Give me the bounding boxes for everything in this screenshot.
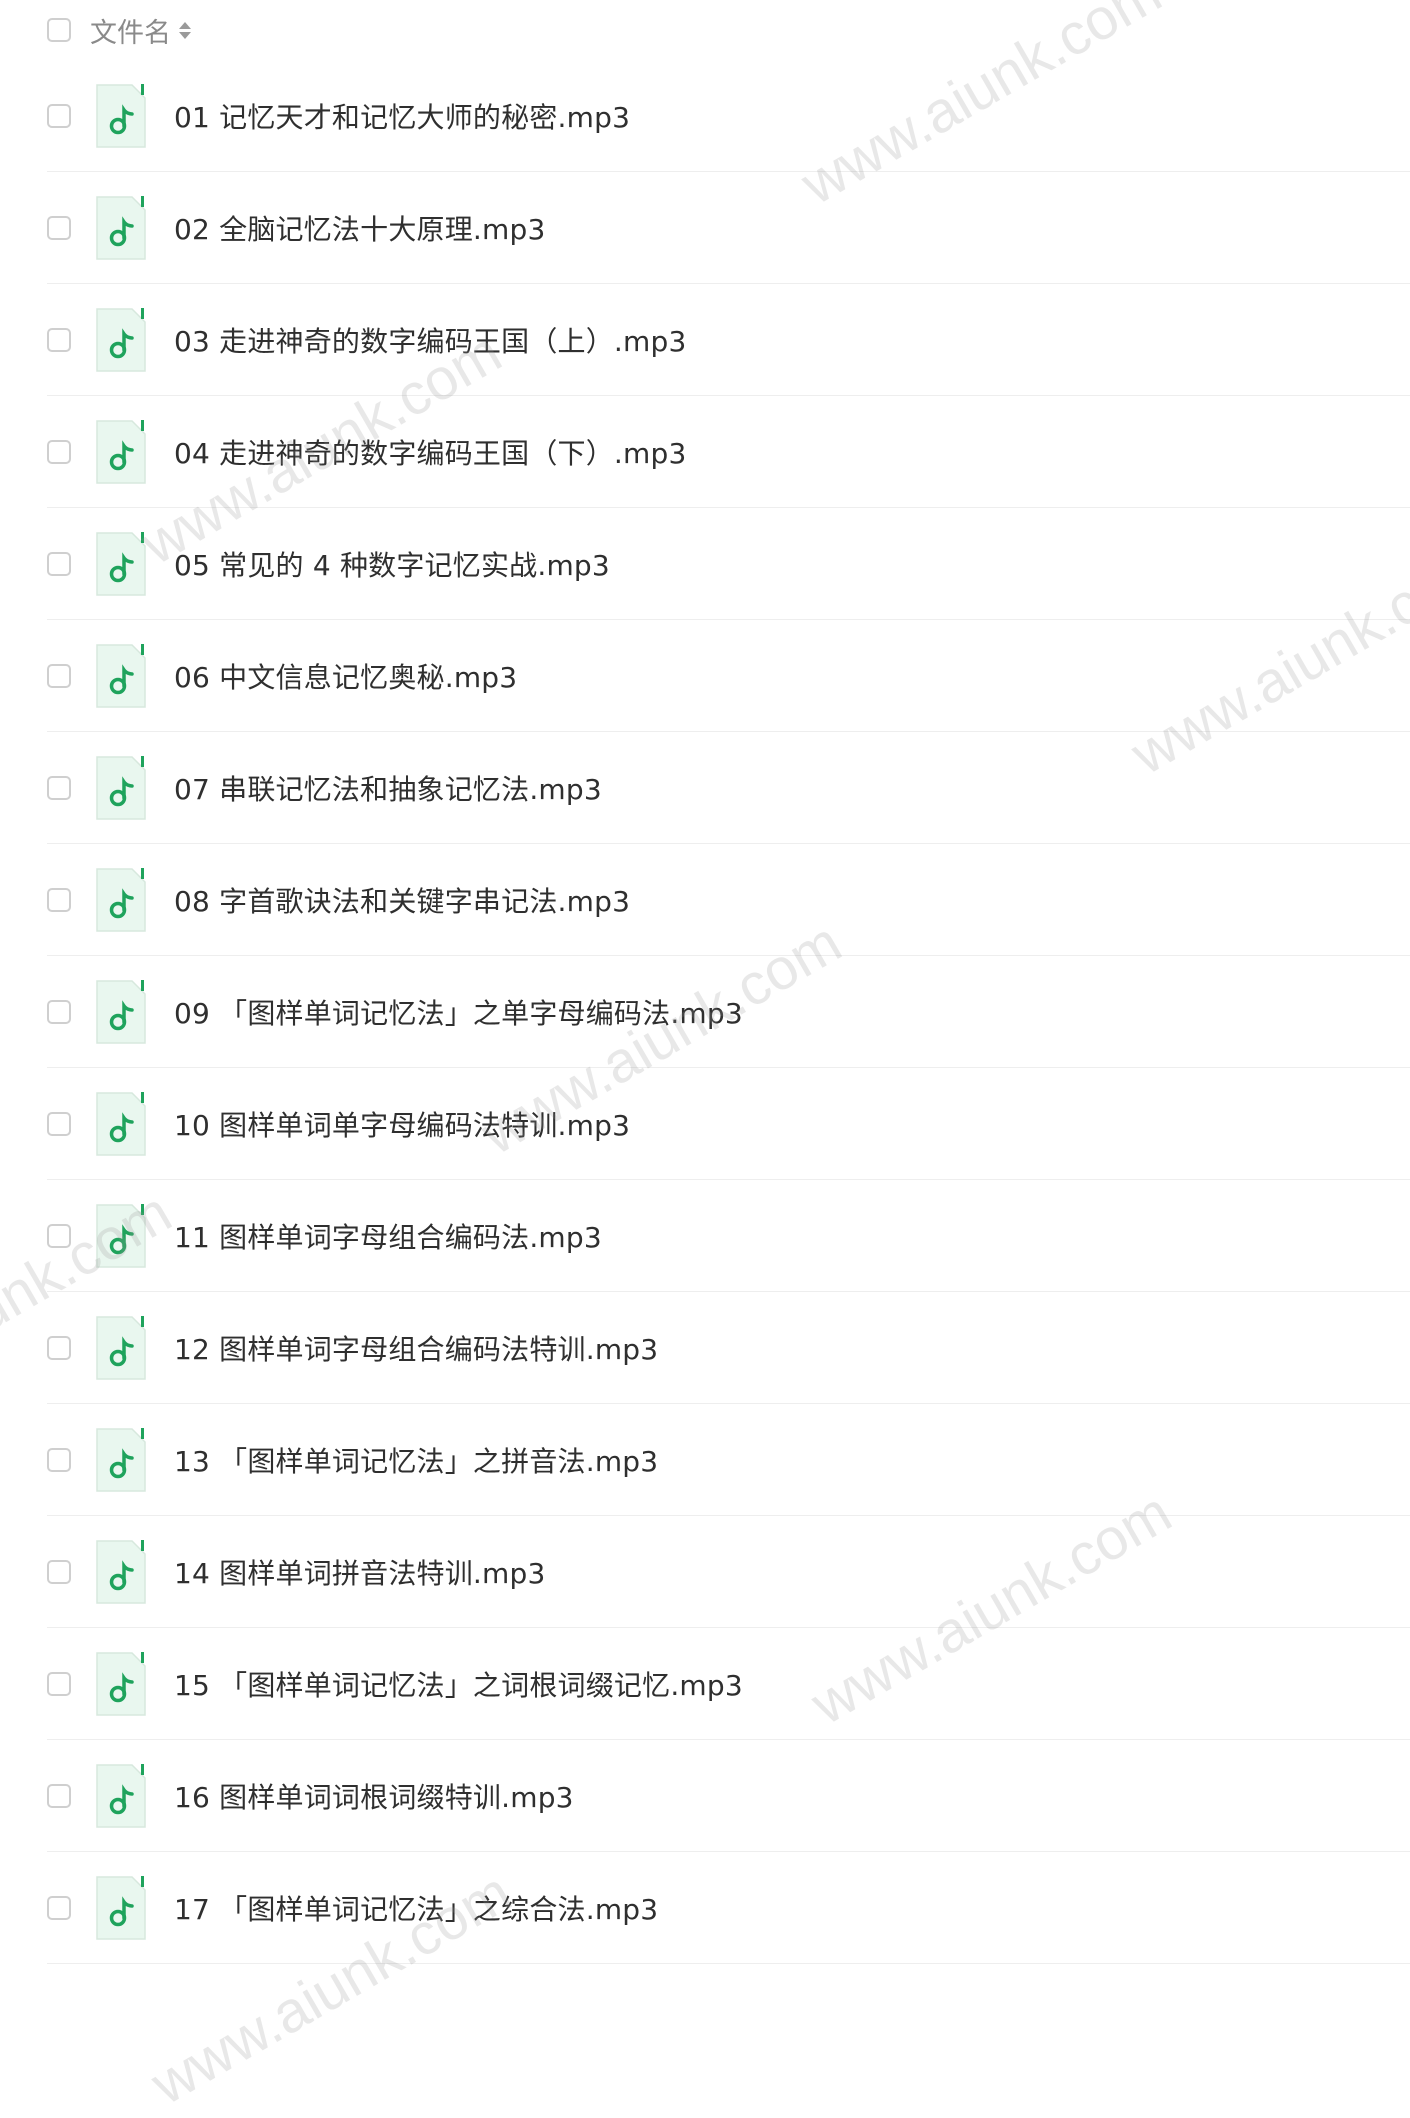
file-name[interactable]: 12 图样单词字母组合编码法特训.mp3: [174, 1328, 658, 1368]
column-header-filename[interactable]: 文件名: [90, 11, 171, 50]
file-list: 文件名 01 记忆天才和记忆大师的秘密.mp3 02 全脑记忆法十大原理.mp3 0…: [47, 0, 1410, 1964]
music-file-icon: [96, 83, 146, 148]
file-name[interactable]: 11 图样单词字母组合编码法.mp3: [174, 1216, 602, 1256]
music-file-icon: [96, 1091, 146, 1156]
row-checkbox[interactable]: [47, 327, 71, 352]
file-rows: 01 记忆天才和记忆大师的秘密.mp3 02 全脑记忆法十大原理.mp3 03 走进…: [47, 60, 1410, 1964]
file-row[interactable]: 15 「图样单词记忆法」之词根词缀记忆.mp3: [47, 1628, 1410, 1740]
music-file-icon: [96, 867, 146, 932]
file-name[interactable]: 03 走进神奇的数字编码王国（上）.mp3: [174, 320, 687, 360]
music-file-icon: [96, 643, 146, 708]
row-checkbox[interactable]: [47, 775, 71, 800]
file-name[interactable]: 05 常见的 4 种数字记忆实战.mp3: [174, 544, 610, 584]
row-checkbox[interactable]: [47, 1223, 71, 1248]
file-name[interactable]: 14 图样单词拼音法特训.mp3: [174, 1552, 546, 1592]
list-header: 文件名: [47, 0, 1410, 60]
file-row[interactable]: 05 常见的 4 种数字记忆实战.mp3: [47, 508, 1410, 620]
file-row[interactable]: 12 图样单词字母组合编码法特训.mp3: [47, 1292, 1410, 1404]
row-checkbox[interactable]: [47, 1335, 71, 1360]
music-file-icon: [96, 1203, 146, 1268]
music-file-icon: [96, 531, 146, 596]
row-checkbox[interactable]: [47, 1111, 71, 1136]
row-checkbox[interactable]: [47, 887, 71, 912]
music-file-icon: [96, 419, 146, 484]
file-row[interactable]: 17 「图样单词记忆法」之综合法.mp3: [47, 1852, 1410, 1964]
file-name[interactable]: 10 图样单词单字母编码法特训.mp3: [174, 1104, 630, 1144]
row-checkbox[interactable]: [47, 439, 71, 464]
sort-icon[interactable]: [179, 18, 191, 42]
file-row[interactable]: 08 字首歌诀法和关键字串记法.mp3: [47, 844, 1410, 956]
music-file-icon: [96, 1539, 146, 1604]
file-name[interactable]: 02 全脑记忆法十大原理.mp3: [174, 208, 546, 248]
row-checkbox[interactable]: [47, 103, 71, 128]
music-file-icon: [96, 1875, 146, 1940]
music-file-icon: [96, 979, 146, 1044]
file-row[interactable]: 02 全脑记忆法十大原理.mp3: [47, 172, 1410, 284]
file-row[interactable]: 10 图样单词单字母编码法特训.mp3: [47, 1068, 1410, 1180]
file-row[interactable]: 16 图样单词词根词缀特训.mp3: [47, 1740, 1410, 1852]
music-file-icon: [96, 1651, 146, 1716]
file-name[interactable]: 04 走进神奇的数字编码王国（下）.mp3: [174, 432, 687, 472]
file-row[interactable]: 11 图样单词字母组合编码法.mp3: [47, 1180, 1410, 1292]
file-name[interactable]: 06 中文信息记忆奥秘.mp3: [174, 656, 517, 696]
row-checkbox[interactable]: [47, 215, 71, 240]
file-name[interactable]: 13 「图样单词记忆法」之拼音法.mp3: [174, 1440, 658, 1480]
row-checkbox[interactable]: [47, 663, 71, 688]
file-row[interactable]: 04 走进神奇的数字编码王国（下）.mp3: [47, 396, 1410, 508]
row-checkbox[interactable]: [47, 1671, 71, 1696]
row-checkbox[interactable]: [47, 551, 71, 576]
music-file-icon: [96, 195, 146, 260]
file-row[interactable]: 07 串联记忆法和抽象记忆法.mp3: [47, 732, 1410, 844]
file-row[interactable]: 03 走进神奇的数字编码王国（上）.mp3: [47, 284, 1410, 396]
music-file-icon: [96, 1763, 146, 1828]
file-name[interactable]: 09 「图样单词记忆法」之单字母编码法.mp3: [174, 992, 743, 1032]
row-checkbox[interactable]: [47, 1447, 71, 1472]
file-name[interactable]: 15 「图样单词记忆法」之词根词缀记忆.mp3: [174, 1664, 743, 1704]
music-file-icon: [96, 755, 146, 820]
file-row[interactable]: 09 「图样单词记忆法」之单字母编码法.mp3: [47, 956, 1410, 1068]
file-row[interactable]: 01 记忆天才和记忆大师的秘密.mp3: [47, 60, 1410, 172]
music-file-icon: [96, 307, 146, 372]
file-name[interactable]: 01 记忆天才和记忆大师的秘密.mp3: [174, 96, 630, 136]
file-name[interactable]: 08 字首歌诀法和关键字串记法.mp3: [174, 880, 630, 920]
music-file-icon: [96, 1315, 146, 1380]
row-checkbox[interactable]: [47, 1783, 71, 1808]
file-name[interactable]: 17 「图样单词记忆法」之综合法.mp3: [174, 1888, 658, 1928]
row-checkbox[interactable]: [47, 999, 71, 1024]
music-file-icon: [96, 1427, 146, 1492]
file-row[interactable]: 06 中文信息记忆奥秘.mp3: [47, 620, 1410, 732]
file-row[interactable]: 13 「图样单词记忆法」之拼音法.mp3: [47, 1404, 1410, 1516]
row-checkbox[interactable]: [47, 1559, 71, 1584]
row-checkbox[interactable]: [47, 1895, 71, 1920]
file-name[interactable]: 07 串联记忆法和抽象记忆法.mp3: [174, 768, 602, 808]
file-row[interactable]: 14 图样单词拼音法特训.mp3: [47, 1516, 1410, 1628]
select-all-checkbox[interactable]: [47, 18, 71, 42]
file-name[interactable]: 16 图样单词词根词缀特训.mp3: [174, 1776, 574, 1816]
